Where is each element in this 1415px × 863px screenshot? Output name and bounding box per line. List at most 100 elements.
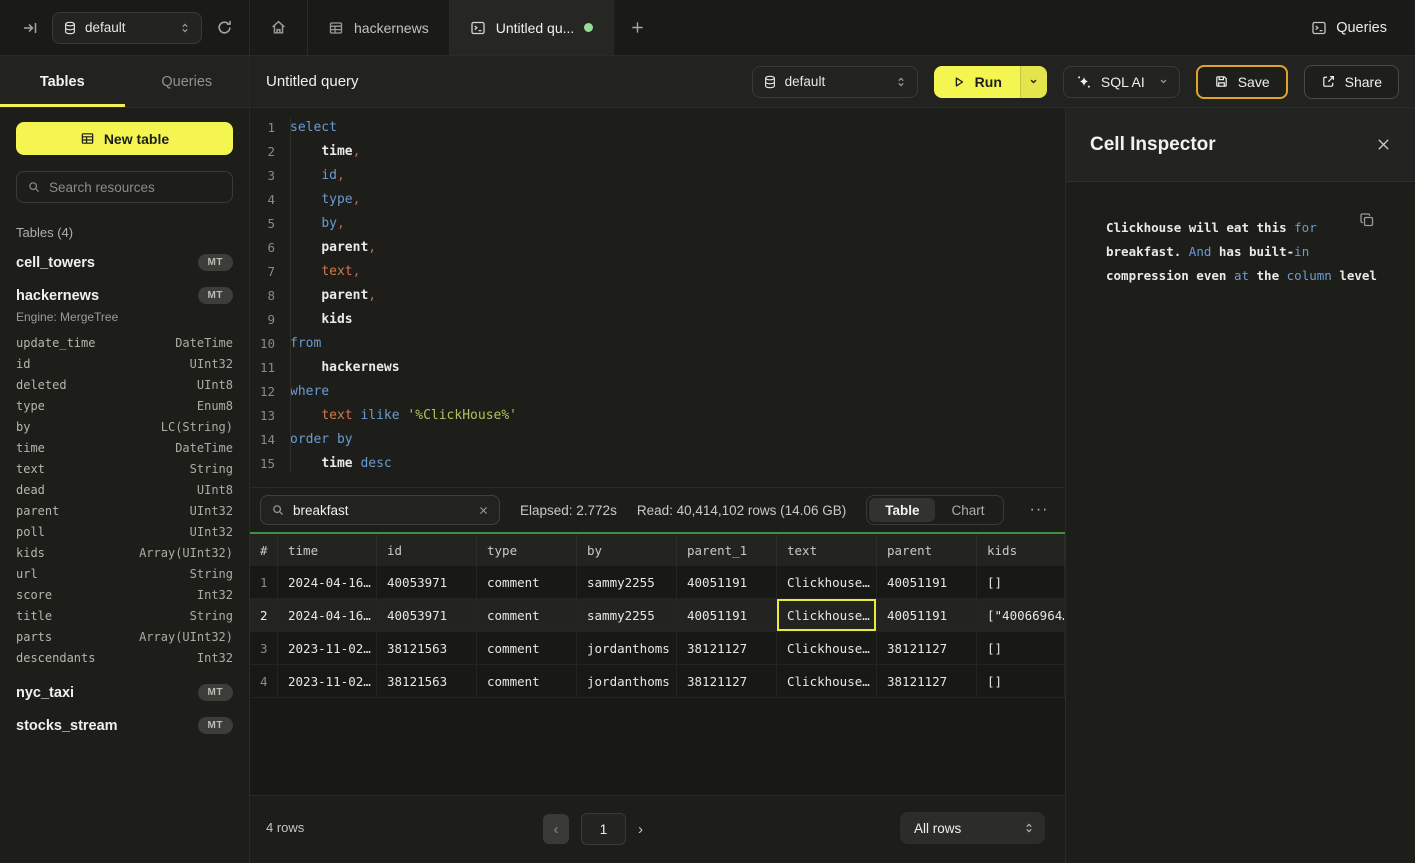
table-cell[interactable]: sammy2255	[577, 566, 677, 598]
editor-line[interactable]: 7 text,	[250, 260, 1065, 284]
table-cell[interactable]: ["40066964…	[977, 599, 1065, 631]
column-header[interactable]: #	[250, 534, 278, 566]
column-row[interactable]: update_timeDateTime	[16, 332, 233, 353]
table-cell[interactable]: comment	[477, 632, 577, 664]
table-row[interactable]: 22024-04-16…40053971commentsammy22554005…	[250, 599, 1065, 632]
table-cell[interactable]: comment	[477, 599, 577, 631]
column-row[interactable]: timeDateTime	[16, 437, 233, 458]
column-header[interactable]: type	[477, 534, 577, 566]
close-icon[interactable]	[1376, 137, 1391, 152]
new-tab-button[interactable]	[614, 0, 661, 55]
table-cell[interactable]: comment	[477, 665, 577, 697]
column-header[interactable]: parent_1	[677, 534, 777, 566]
column-row[interactable]: urlString	[16, 563, 233, 584]
table-cell[interactable]: 40053971	[377, 599, 477, 631]
collapse-sidebar-icon[interactable]	[22, 20, 38, 36]
clear-search-icon[interactable]	[478, 505, 489, 516]
page-number-input[interactable]	[581, 813, 626, 845]
table-cell[interactable]: Clickhouse…	[777, 566, 877, 598]
sidebar-table-stocks-stream[interactable]: stocks_stream MT	[16, 709, 233, 742]
editor-line[interactable]: 9 kids	[250, 308, 1065, 332]
table-cell[interactable]: 38121563	[377, 632, 477, 664]
column-row[interactable]: pollUInt32	[16, 521, 233, 542]
table-row[interactable]: 12024-04-16…40053971commentsammy22554005…	[250, 566, 1065, 599]
table-cell[interactable]: 40051191	[877, 599, 977, 631]
share-button[interactable]: Share	[1304, 65, 1399, 99]
table-cell[interactable]: []	[977, 566, 1065, 598]
run-button[interactable]: Run	[934, 66, 1020, 98]
sidebar-table-cell-towers[interactable]: cell_towers MT	[16, 246, 233, 279]
table-row[interactable]: 32023-11-02…38121563commentjordanthoms38…	[250, 632, 1065, 665]
query-database-selector[interactable]: default	[752, 66, 918, 98]
sidebar-tab-queries[interactable]: Queries	[125, 56, 250, 107]
table-cell[interactable]: 2024-04-16…	[278, 599, 377, 631]
column-header[interactable]: parent	[877, 534, 977, 566]
editor-line[interactable]: 3 id,	[250, 164, 1065, 188]
copy-icon[interactable]	[1359, 212, 1375, 228]
column-row[interactable]: textString	[16, 458, 233, 479]
column-row[interactable]: descendantsInt32	[16, 647, 233, 668]
table-cell[interactable]: 40053971	[377, 566, 477, 598]
column-header[interactable]: kids	[977, 534, 1065, 566]
sidebar-table-hackernews[interactable]: hackernews MT	[16, 279, 233, 312]
next-page-button[interactable]: ›	[638, 821, 643, 838]
view-tab-chart[interactable]: Chart	[935, 498, 1000, 522]
editor-line[interactable]: 12where	[250, 380, 1065, 404]
table-cell[interactable]: jordanthoms	[577, 665, 677, 697]
run-options-button[interactable]	[1020, 66, 1047, 98]
column-row[interactable]: parentUInt32	[16, 500, 233, 521]
editor-line[interactable]: 2 time,	[250, 140, 1065, 164]
editor-line[interactable]: 5 by,	[250, 212, 1065, 236]
results-search[interactable]	[260, 495, 500, 525]
table-cell[interactable]: Clickhouse…	[777, 665, 877, 697]
save-button[interactable]: Save	[1196, 65, 1288, 99]
table-cell[interactable]: Clickhouse…	[777, 632, 877, 664]
table-cell[interactable]: jordanthoms	[577, 632, 677, 664]
database-selector[interactable]: default	[52, 12, 202, 44]
column-row[interactable]: deadUInt8	[16, 479, 233, 500]
table-cell[interactable]: 2023-11-02…	[278, 665, 377, 697]
sql-editor[interactable]: 1select2 time,3 id,4 type,5 by,6 parent,…	[250, 108, 1065, 487]
column-header[interactable]: by	[577, 534, 677, 566]
column-header[interactable]: text	[777, 534, 877, 566]
column-row[interactable]: scoreInt32	[16, 584, 233, 605]
table-cell[interactable]: 38121127	[877, 665, 977, 697]
chevron-down-icon[interactable]	[1158, 76, 1169, 87]
sql-ai-button[interactable]: SQL AI	[1063, 66, 1180, 98]
table-cell[interactable]: 38121127	[677, 632, 777, 664]
page-size-selector[interactable]: All rows	[900, 812, 1045, 844]
table-cell[interactable]: 2023-11-02…	[278, 632, 377, 664]
resource-search-input[interactable]	[49, 180, 222, 195]
new-table-button[interactable]: New table	[16, 122, 233, 155]
editor-line[interactable]: 13 text ilike '%ClickHouse%'	[250, 404, 1065, 428]
column-row[interactable]: titleString	[16, 605, 233, 626]
queries-link[interactable]: Queries	[1311, 20, 1387, 36]
table-cell[interactable]: 40051191	[677, 566, 777, 598]
results-search-input[interactable]	[293, 503, 470, 518]
column-row[interactable]: typeEnum8	[16, 395, 233, 416]
more-options-icon[interactable]: ···	[1024, 501, 1055, 519]
table-cell[interactable]: []	[977, 665, 1065, 697]
editor-line[interactable]: 11 hackernews	[250, 356, 1065, 380]
editor-line[interactable]: 6 parent,	[250, 236, 1065, 260]
table-cell[interactable]: 40051191	[677, 599, 777, 631]
column-row[interactable]: idUInt32	[16, 353, 233, 374]
table-cell[interactable]: []	[977, 632, 1065, 664]
selected-cell[interactable]: Clickhouse…	[777, 599, 877, 631]
tab-home[interactable]	[250, 0, 308, 55]
tab-hackernews[interactable]: hackernews	[308, 0, 450, 55]
table-cell[interactable]: 38121563	[377, 665, 477, 697]
column-header[interactable]: id	[377, 534, 477, 566]
editor-line[interactable]: 15 time desc	[250, 452, 1065, 476]
table-cell[interactable]: 38121127	[877, 632, 977, 664]
refresh-icon[interactable]	[216, 19, 233, 36]
editor-line[interactable]: 4 type,	[250, 188, 1065, 212]
table-cell[interactable]: 40051191	[877, 566, 977, 598]
editor-line[interactable]: 10from	[250, 332, 1065, 356]
sidebar-tab-tables[interactable]: Tables	[0, 56, 125, 107]
editor-line[interactable]: 8 parent,	[250, 284, 1065, 308]
editor-line[interactable]: 1select	[250, 116, 1065, 140]
column-row[interactable]: partsArray(UInt32)	[16, 626, 233, 647]
table-cell[interactable]: 38121127	[677, 665, 777, 697]
table-cell[interactable]: 2024-04-16…	[278, 566, 377, 598]
